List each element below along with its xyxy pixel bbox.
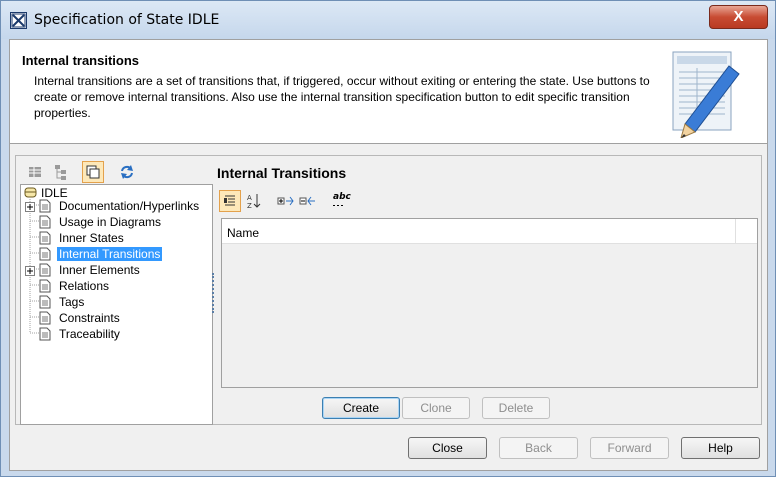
tree-item-label: Inner Elements	[59, 263, 140, 277]
close-window-button[interactable]: X	[709, 5, 768, 29]
page-icon	[39, 247, 51, 264]
page-icon	[39, 199, 51, 216]
tree-item-label: Internal Transitions	[57, 247, 163, 261]
section-title: Internal transitions	[22, 53, 140, 68]
window-title: Specification of State IDLE	[34, 12, 220, 28]
page-icon	[39, 279, 51, 296]
panel-splitter[interactable]	[212, 273, 216, 313]
tree-item-label: Relations	[59, 279, 110, 293]
table-header: Name	[222, 219, 757, 244]
page-icon	[39, 311, 51, 328]
tree-root-label: IDLE	[41, 186, 68, 200]
close-button[interactable]: Close	[408, 437, 487, 459]
tree-view-icon[interactable]	[50, 161, 72, 183]
help-button[interactable]: Help	[681, 437, 760, 459]
internal-transitions-table[interactable]: Name	[221, 218, 758, 388]
page-icon	[39, 327, 51, 344]
tree-item-label: Traceability	[59, 327, 120, 341]
specification-window: Specification of State IDLE X Internal t…	[0, 0, 776, 477]
refresh-icon[interactable]	[116, 161, 138, 183]
expand-icon[interactable]	[25, 265, 35, 279]
tree-item-label: Inner States	[59, 231, 124, 245]
tree-item-label: Constraints	[59, 311, 120, 325]
content-area: IDLE Documentation/Hyperlinks Usage in D…	[15, 155, 762, 425]
column-header-name[interactable]: Name	[227, 226, 259, 240]
delete-button[interactable]: Delete	[482, 397, 550, 419]
svg-text:A: A	[247, 194, 252, 202]
forward-button[interactable]: Forward	[590, 437, 669, 459]
compact-mode-icon[interactable]	[82, 161, 104, 183]
page-icon	[39, 263, 51, 280]
collapse-all-icon[interactable]	[297, 190, 319, 212]
app-icon	[10, 12, 27, 29]
page-icon	[39, 295, 51, 312]
tree-item-label: Tags	[59, 295, 85, 309]
expand-all-icon[interactable]	[275, 190, 297, 212]
create-button[interactable]: Create	[322, 397, 400, 419]
tree-item-label: Usage in Diagrams	[59, 215, 162, 229]
expand-icon[interactable]	[25, 201, 35, 215]
state-icon	[24, 187, 37, 202]
title-bar[interactable]: Specification of State IDLE X	[1, 1, 775, 39]
section-description: Internal transitions are a set of transi…	[34, 74, 650, 120]
description-header: Internal transitions Internal transition…	[10, 40, 767, 144]
tree-item-label: Documentation/Hyperlinks	[59, 199, 200, 213]
category-tree: IDLE Documentation/Hyperlinks Usage in D…	[20, 184, 213, 425]
column-divider	[735, 219, 736, 244]
sort-az-icon[interactable]: AZ	[243, 190, 265, 212]
clone-button[interactable]: Clone	[402, 397, 470, 419]
back-button[interactable]: Back	[499, 437, 578, 459]
list-view-icon[interactable]	[219, 190, 241, 212]
spell-check-icon[interactable]: abc	[329, 190, 351, 212]
dialog-client: Internal transitions Internal transition…	[9, 39, 768, 471]
page-icon	[39, 215, 51, 232]
grid-view-icon[interactable]	[24, 161, 46, 183]
panel-title: Internal Transitions	[217, 165, 347, 181]
svg-text:Z: Z	[247, 202, 252, 210]
document-pencil-icon	[667, 48, 747, 141]
table-toolbar: AZ abc	[219, 190, 359, 212]
page-icon	[39, 231, 51, 248]
